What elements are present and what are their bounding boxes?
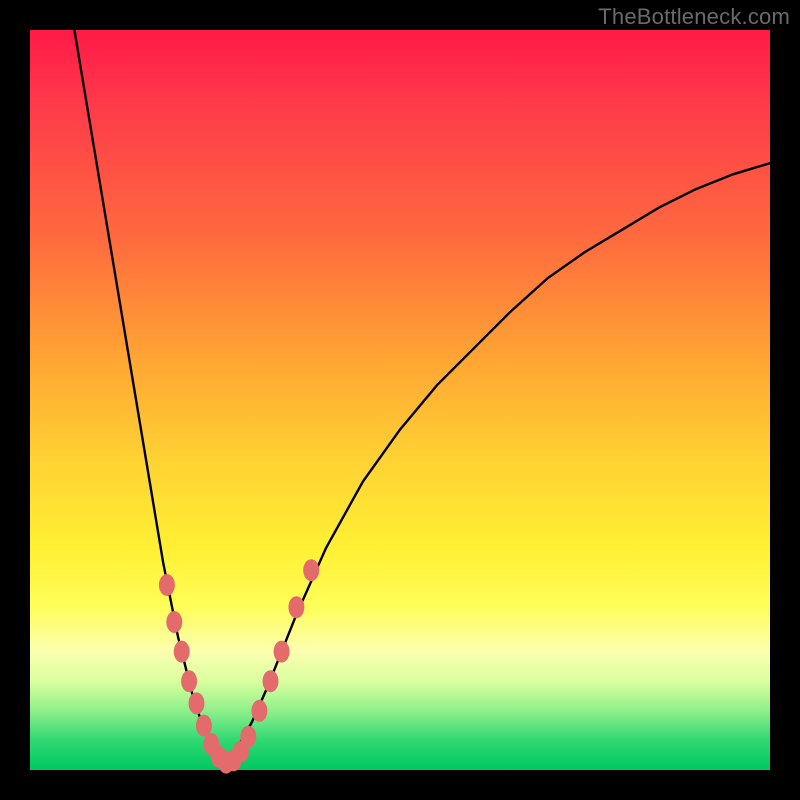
highlight-dot [196,715,212,737]
chart-frame: TheBottleneck.com [0,0,800,800]
highlight-dot [159,574,175,596]
highlight-dot [166,611,182,633]
curve-right-branch [222,163,770,762]
highlight-dot [240,726,256,748]
highlight-dot [288,596,304,618]
curves-svg [30,30,770,770]
highlight-dot [303,559,319,581]
watermark-text: TheBottleneck.com [598,4,790,30]
highlight-dot [251,700,267,722]
plot-area [30,30,770,770]
highlight-dot [181,670,197,692]
curve-left-branch [74,30,222,763]
dots-group [159,559,319,773]
highlight-dot [174,641,190,663]
highlight-dot [263,670,279,692]
highlight-dot [189,692,205,714]
highlight-dot [274,641,290,663]
